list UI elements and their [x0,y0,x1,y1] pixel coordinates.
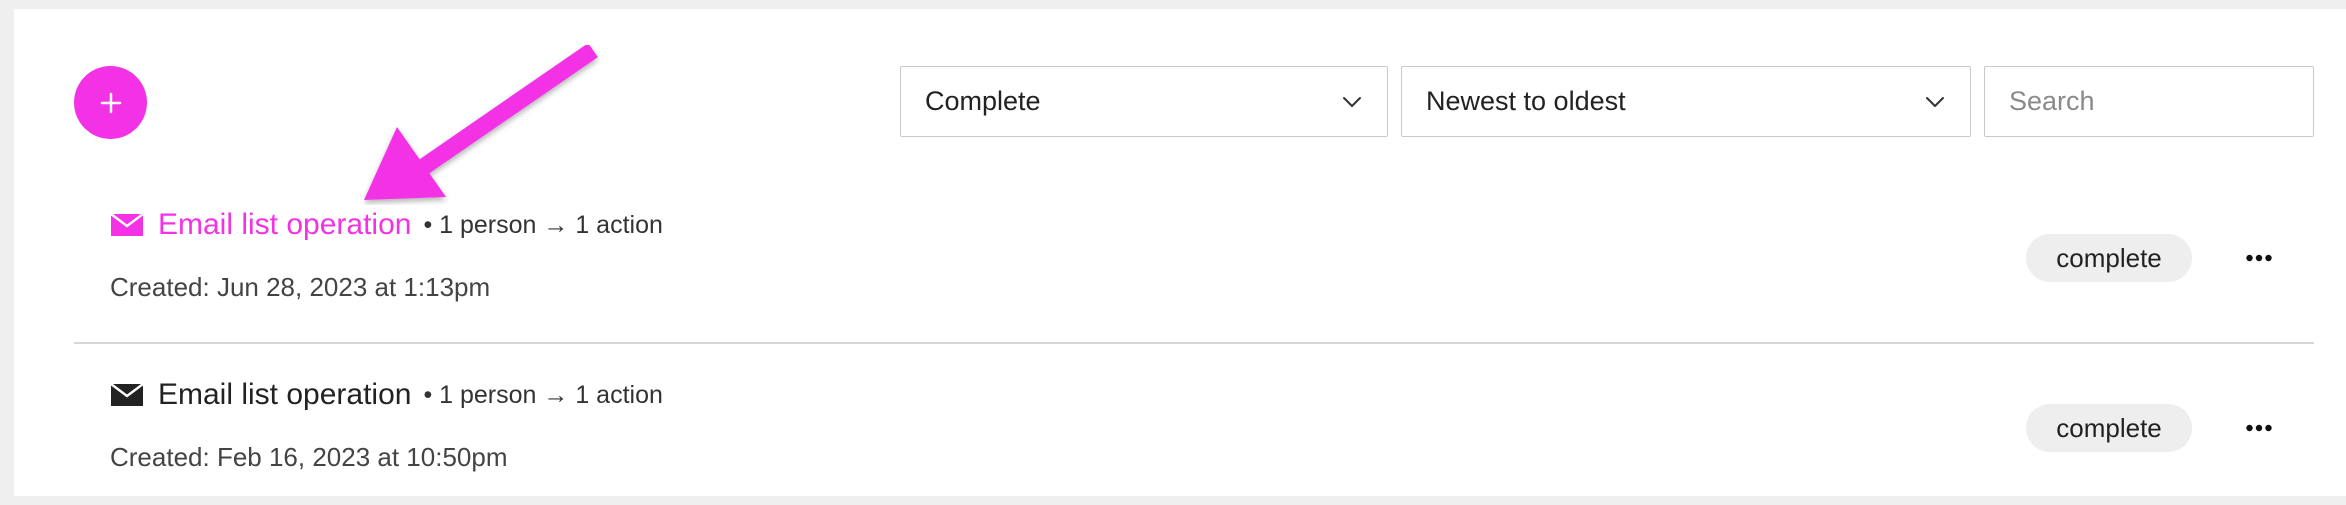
item-title-link[interactable]: Email list operation [158,378,411,412]
mail-icon [110,213,144,236]
chevron-down-icon [1926,96,1944,107]
item-title-link[interactable]: Email list operation [158,208,411,242]
mail-icon [110,383,144,406]
item-meta: • 1 person → 1 action [423,380,663,409]
status-filter-select[interactable]: Complete [900,66,1388,137]
sort-order-select[interactable]: Newest to oldest [1401,66,1971,137]
search-input[interactable] [1984,66,2314,137]
item-title-row: Email list operation • 1 person → 1 acti… [110,208,663,242]
item-title-row: Email list operation • 1 person → 1 acti… [110,378,663,412]
chevron-down-icon [1343,96,1361,107]
more-icon [2246,424,2272,432]
list-item[interactable]: Email list operation • 1 person → 1 acti… [74,189,2314,344]
sort-order-value: Newest to oldest [1426,86,1626,116]
item-created-date: Created: Jun 28, 2023 at 1:13pm [110,272,491,302]
more-icon [2246,254,2272,262]
plus-icon [100,92,121,113]
more-options-button[interactable] [2234,403,2284,453]
main-panel: Complete Newest to oldest Email list ope… [14,9,2346,496]
item-created-date: Created: Feb 16, 2023 at 10:50pm [110,442,508,472]
list-item[interactable]: Email list operation • 1 person → 1 acti… [74,359,2314,505]
add-button[interactable] [74,66,147,139]
annotation-arrow-icon [364,45,598,200]
status-filter-value: Complete [925,86,1041,116]
status-badge: complete [2026,234,2192,282]
item-meta: • 1 person → 1 action [423,210,663,239]
more-options-button[interactable] [2234,233,2284,283]
status-badge: complete [2026,404,2192,452]
